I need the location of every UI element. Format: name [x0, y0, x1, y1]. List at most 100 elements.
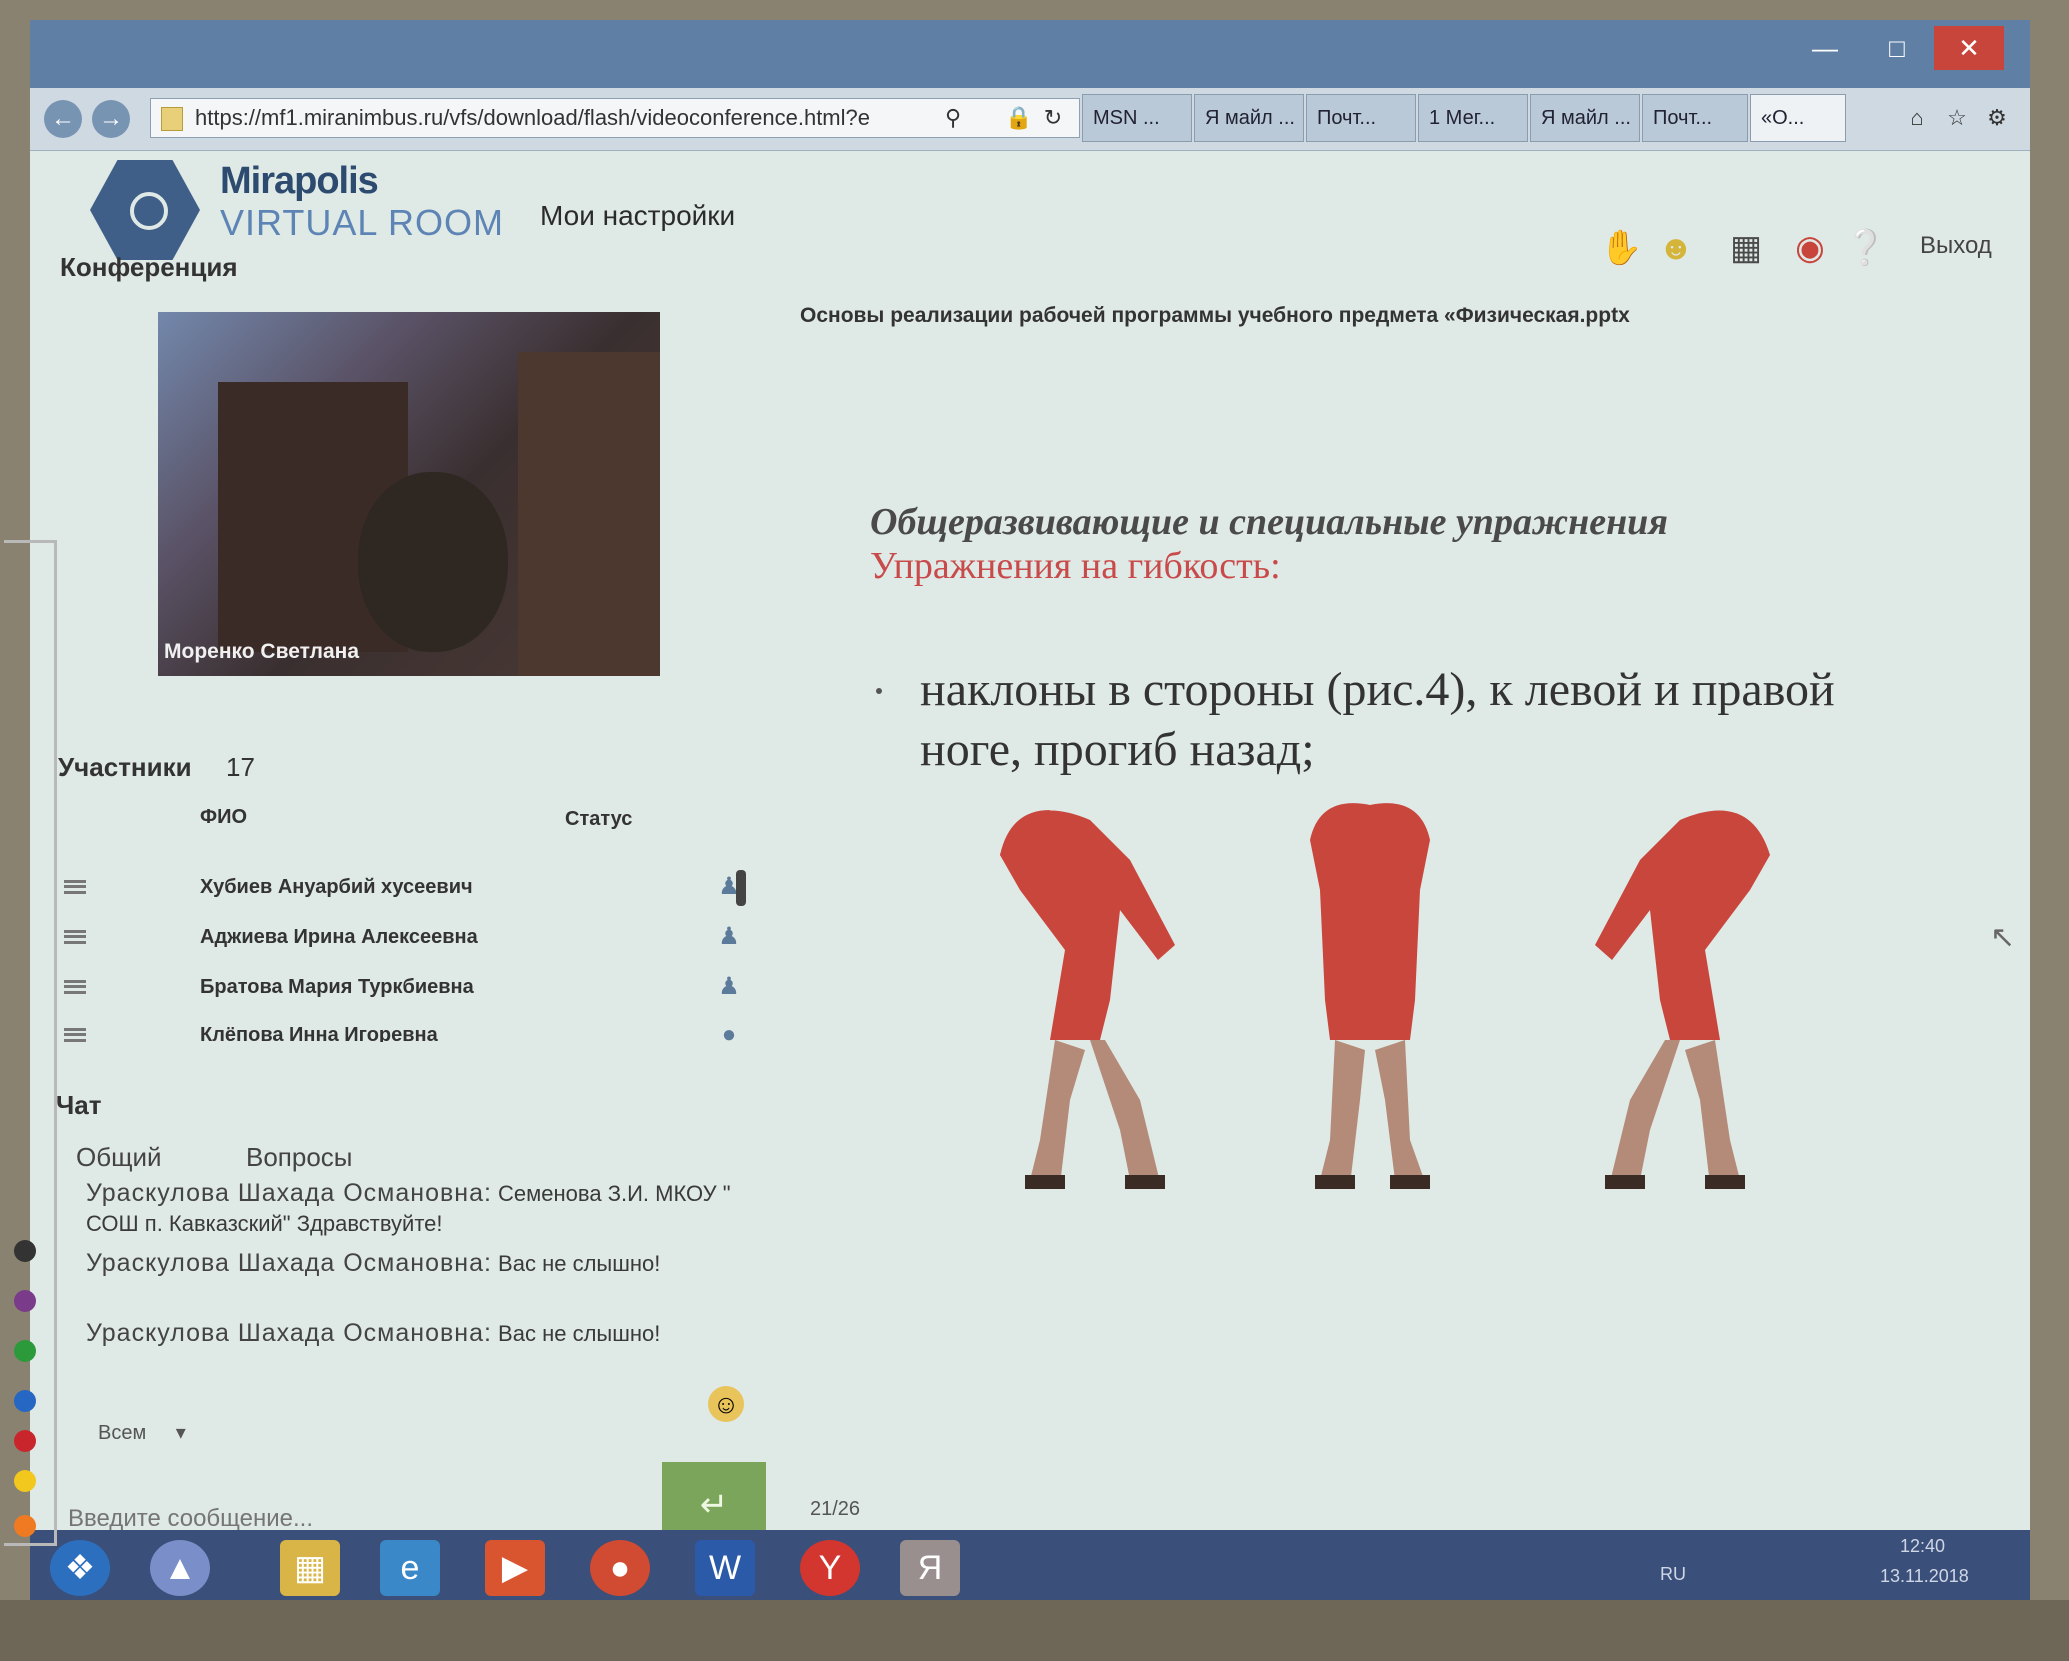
participants-title: Участники	[58, 752, 192, 782]
page-icon	[161, 107, 183, 131]
browser-tab-6[interactable]: Почт...	[1642, 94, 1748, 142]
participant-row[interactable]: Аджиева Ирина Алексеевна ♟	[60, 916, 740, 962]
chat-text: Вас не слышно!	[498, 1251, 661, 1276]
exercise-figure-right	[1595, 810, 1770, 1189]
tab-label: «О...	[1761, 107, 1805, 129]
slide-heading: Общеразвивающие и специальные упражнения	[870, 501, 1668, 543]
chat-author: Ураскулова Шахада Османовна:	[86, 1249, 492, 1277]
yandex-browser-icon[interactable]: Y	[800, 1540, 860, 1596]
participant-name: Клёпова Инна Игоревна	[200, 1024, 438, 1042]
participant-name: Братова Мария Туркбиевна	[200, 976, 474, 998]
slide-subheading: Упражнения на гибкость:	[870, 545, 1281, 587]
forward-button[interactable]: →	[92, 100, 130, 138]
participant-row[interactable]: Хубиев Ануарбий хусеевич ♟	[60, 866, 740, 912]
tray-date: 13.11.2018	[1880, 1566, 1969, 1586]
file-explorer-icon[interactable]: ▦	[280, 1540, 340, 1596]
yandex-icon[interactable]: Я	[900, 1540, 960, 1596]
participants-scrollbar[interactable]	[736, 870, 746, 906]
video-feed[interactable]: Моренко Светлана	[158, 312, 660, 676]
marker-icon	[14, 1470, 36, 1492]
browser-tab-3[interactable]: Почт...	[1306, 94, 1416, 142]
gear-icon[interactable]: ⚙	[1980, 98, 2014, 138]
menu-icon[interactable]	[64, 1028, 86, 1042]
marker-icon	[14, 1340, 36, 1362]
bullet-point	[876, 688, 882, 694]
browser-tab-4[interactable]: 1 Мег...	[1418, 94, 1528, 142]
brand-subtitle: VIRTUAL ROOM	[220, 202, 505, 243]
exercise-figure-left	[1000, 810, 1175, 1189]
document-title: Основы реализации рабочей программы учеб…	[800, 304, 1630, 327]
video-speaker-name: Моренко Светлана	[164, 640, 359, 663]
marker-icon	[14, 1515, 36, 1537]
chrome-icon[interactable]: ●	[590, 1540, 650, 1596]
tab-label: Почт...	[1653, 107, 1713, 129]
tab-label: Я майл ...	[1541, 107, 1631, 129]
participant-name: Хубиев Ануарбий хусеевич	[200, 876, 473, 898]
tray-language[interactable]: RU	[1660, 1564, 1686, 1585]
user-status-icon: ♟	[718, 973, 740, 1000]
chat-text: Вас не слышно!	[498, 1321, 661, 1346]
tab-label: Я майл ...	[1205, 107, 1295, 129]
chat-message: Ураскулова Шахада Османовна: Вас не слыш…	[86, 1248, 766, 1279]
raise-hand-icon[interactable]: ✋	[1600, 228, 1642, 268]
language-flag-icon[interactable]: ◉	[1790, 228, 1830, 268]
word-icon[interactable]: W	[695, 1540, 755, 1596]
tab-label: MSN ...	[1093, 107, 1160, 129]
app-icon[interactable]: ▲	[150, 1540, 210, 1596]
chat-author: Ураскулова Шахада Османовна:	[86, 1319, 492, 1347]
help-icon[interactable]: ❔	[1844, 228, 1886, 268]
participant-name: Аджиева Ирина Алексеевна	[200, 926, 478, 948]
tab-general[interactable]: Общий	[76, 1142, 162, 1173]
video-background	[518, 352, 660, 676]
emoji-picker-icon[interactable]: ☺	[708, 1386, 744, 1422]
column-header-status: Статус	[565, 808, 633, 830]
slide-page-counter: 21/26	[810, 1498, 861, 1520]
marker-icon	[14, 1390, 36, 1412]
chat-author: Ураскулова Шахада Османовна:	[86, 1179, 492, 1207]
browser-tab-1[interactable]: MSN ...	[1082, 94, 1192, 142]
folder-icon[interactable]: ▦	[1726, 228, 1766, 268]
refresh-icon[interactable]: ↻	[1036, 98, 1070, 138]
participant-row[interactable]: Братова Мария Туркбиевна ♟	[60, 966, 740, 1012]
exit-link[interactable]: Выход	[1920, 232, 1992, 260]
menu-icon[interactable]	[64, 980, 86, 994]
recipient-select[interactable]: Всем	[98, 1420, 186, 1445]
maximize-button[interactable]: □	[1862, 26, 1932, 70]
mirapolis-logo	[90, 160, 200, 260]
back-button[interactable]: ←	[44, 100, 82, 138]
browser-tab-5[interactable]: Я майл ...	[1530, 94, 1640, 142]
url-text: https://mf1.miranimbus.ru/vfs/download/f…	[195, 105, 870, 130]
tab-questions[interactable]: Вопросы	[246, 1142, 353, 1173]
menu-icon[interactable]	[64, 930, 86, 944]
video-speaker	[358, 472, 508, 652]
chat-message: Ураскулова Шахада Османовна: Семенова З.…	[86, 1178, 766, 1239]
start-button-icon[interactable]: ❖	[50, 1540, 110, 1596]
participants-count: 17	[226, 752, 255, 782]
media-player-icon[interactable]: ▶	[485, 1540, 545, 1596]
my-settings-link[interactable]: Мои настройки	[540, 200, 735, 232]
browser-tab-2[interactable]: Я майл ...	[1194, 94, 1304, 142]
mouse-cursor-icon: ↖	[1990, 921, 2016, 954]
marker-icon	[14, 1240, 36, 1262]
close-window-button[interactable]: ✕	[1934, 26, 2004, 70]
tray-time: 12:40	[1900, 1536, 1946, 1556]
user-status-icon: ●	[721, 1021, 737, 1042]
emoji-icon[interactable]: ☻	[1656, 228, 1696, 268]
tab-label: Почт...	[1317, 107, 1377, 129]
chat-message: Ураскулова Шахада Османовна: Вас не слыш…	[86, 1318, 766, 1349]
browser-titlebar	[30, 20, 2030, 88]
minimize-button[interactable]: —	[1790, 26, 1860, 70]
home-icon[interactable]: ⌂	[1900, 98, 1934, 138]
conference-title: Конференция	[60, 252, 238, 282]
chat-title: Чат	[56, 1090, 102, 1120]
participant-row[interactable]: Клёпова Инна Игоревна ●	[60, 1014, 740, 1042]
browser-tab-active[interactable]: «О...	[1750, 94, 1846, 142]
exercise-figure-center	[1310, 803, 1430, 1189]
user-status-icon: ♟	[718, 923, 740, 950]
tab-label: 1 Мег...	[1429, 107, 1496, 129]
search-icon[interactable]: ⚲	[936, 98, 970, 138]
projected-screen: — □ ✕ ← → https://mf1.miranimbus.ru/vfs/…	[30, 20, 2030, 1600]
internet-explorer-icon[interactable]: e	[380, 1540, 440, 1596]
star-icon[interactable]: ☆	[1940, 98, 1974, 138]
menu-icon[interactable]	[64, 880, 86, 894]
